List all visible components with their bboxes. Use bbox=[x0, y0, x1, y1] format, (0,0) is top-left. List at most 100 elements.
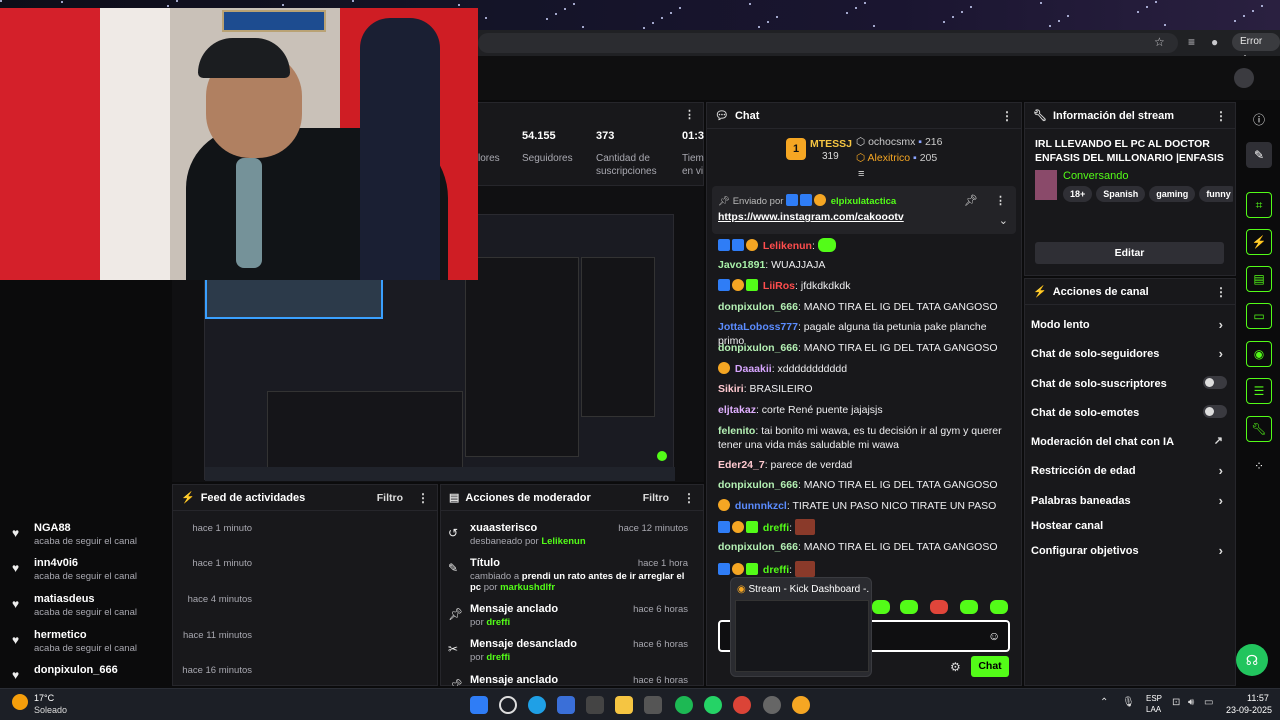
chevron-down-icon[interactable]: ⌄ bbox=[999, 214, 1008, 227]
top-gifter-rank: 1 bbox=[786, 138, 806, 160]
pencil-icon[interactable]: ✎ bbox=[1246, 142, 1272, 168]
star-decoration bbox=[943, 21, 945, 23]
support-headset-icon[interactable]: ☊ bbox=[1236, 644, 1268, 676]
lightning-icon[interactable]: ⚡ bbox=[1246, 229, 1272, 255]
action-ai-moderation[interactable]: Moderación del chat con IA ↗ bbox=[1031, 435, 1227, 448]
pinned-link[interactable]: https://www.instagram.com/cakoootv bbox=[718, 211, 904, 223]
wrench-icon[interactable]: 🔧︎ bbox=[1246, 416, 1272, 442]
apps-icon[interactable]: ⁘ bbox=[1246, 453, 1272, 479]
chrome-icon[interactable] bbox=[733, 696, 751, 714]
chat-message: felenito: tai bonito mi wawa, es tu deci… bbox=[718, 425, 1002, 451]
microphone-icon[interactable]: 🎙︎ bbox=[1122, 697, 1135, 708]
bookmark-star-icon[interactable]: ☆ bbox=[1154, 35, 1165, 49]
activity-filter-button[interactable]: Filtro bbox=[377, 492, 403, 504]
mod-actions-header: ▤ Acciones de moderador Filtro ⋮ bbox=[441, 485, 703, 511]
chat-menu-icon[interactable]: ⋮ bbox=[1001, 109, 1013, 123]
action-slow-mode[interactable]: Modo lento › bbox=[1031, 317, 1227, 332]
emotes-only-toggle[interactable] bbox=[1203, 405, 1227, 418]
stats-menu-icon[interactable]: ⋮ bbox=[684, 108, 695, 121]
info-icon[interactable]: ⓘ bbox=[1246, 106, 1272, 132]
unpin-icon[interactable]: 📌︎ bbox=[964, 194, 978, 207]
collapse-gifters-icon[interactable]: ≡ bbox=[858, 168, 864, 180]
user-avatar[interactable] bbox=[1234, 68, 1254, 88]
spotify-icon[interactable] bbox=[675, 696, 693, 714]
mod-menu-icon[interactable]: ⋮ bbox=[683, 491, 695, 505]
input-language-sub[interactable]: LAA bbox=[1146, 705, 1161, 714]
mod-filter-button[interactable]: Filtro bbox=[643, 492, 669, 504]
action-banned-words[interactable]: Palabras baneadas › bbox=[1031, 493, 1227, 508]
action-host-channel[interactable]: Hostear canal bbox=[1031, 520, 1227, 532]
send-chat-button[interactable]: Chat bbox=[971, 656, 1009, 677]
action-followers-only[interactable]: Chat de solo-seguidores › bbox=[1031, 346, 1227, 361]
edge-icon[interactable] bbox=[528, 696, 546, 714]
star-decoration bbox=[1067, 15, 1069, 17]
taskbar-window-preview[interactable]: ◉ Stream - Kick Dashboard -... bbox=[730, 577, 872, 677]
star-decoration bbox=[1261, 5, 1263, 7]
app-icon[interactable] bbox=[644, 696, 662, 714]
chrome-icon: ◉ bbox=[737, 584, 746, 595]
channel-actions-title: Acciones de canal bbox=[1052, 285, 1149, 298]
title-edit-icon: ✎ bbox=[448, 561, 459, 575]
star-decoration bbox=[61, 1, 63, 3]
channel-actions-menu-icon[interactable]: ⋮ bbox=[1215, 285, 1227, 299]
heart-icon: ♥ bbox=[12, 633, 20, 647]
chevron-right-icon: › bbox=[1218, 543, 1223, 558]
star-decoration bbox=[855, 7, 857, 9]
action-goals[interactable]: Configurar objetivos › bbox=[1031, 543, 1227, 558]
emoji-icon[interactable]: ☺ bbox=[988, 629, 1000, 643]
document-icon[interactable]: ▤ bbox=[1246, 266, 1272, 292]
star-decoration bbox=[970, 6, 972, 8]
chrome-icon[interactable] bbox=[792, 696, 810, 714]
file-explorer-icon[interactable] bbox=[615, 696, 633, 714]
windows-taskbar bbox=[0, 688, 1280, 720]
network-icon[interactable]: ⊡ bbox=[1172, 697, 1180, 708]
reading-list-icon[interactable]: ≡ bbox=[1188, 35, 1195, 49]
tray-overflow-icon[interactable]: ⌃ bbox=[1100, 697, 1108, 708]
store-icon[interactable] bbox=[557, 696, 575, 714]
star-decoration bbox=[282, 4, 284, 6]
stat-subs: 373 Cantidad de suscripciones bbox=[596, 130, 657, 177]
profile-avatar-icon[interactable]: ● bbox=[1211, 35, 1218, 49]
weather-sun-icon[interactable] bbox=[12, 694, 28, 710]
input-language[interactable]: ESP bbox=[1146, 694, 1162, 703]
pinned-menu-icon[interactable]: ⋮ bbox=[995, 194, 1006, 207]
edit-stream-button[interactable]: Editar bbox=[1035, 242, 1224, 264]
activity-menu-icon[interactable]: ⋮ bbox=[417, 491, 429, 505]
gifter-3[interactable]: ⬡ Alexitrico ▪ 205 bbox=[856, 152, 937, 164]
action-age-restriction[interactable]: Restricción de edad › bbox=[1031, 463, 1227, 478]
gifter-2[interactable]: ⬡ ochocsmx ▪ 216 bbox=[856, 136, 942, 148]
activity-feed-title: Feed de actividades bbox=[200, 491, 306, 504]
chevron-right-icon: › bbox=[1218, 317, 1223, 332]
battery-icon[interactable]: ▭ bbox=[1204, 697, 1213, 708]
layout-icon[interactable]: ☰ bbox=[1246, 378, 1272, 404]
search-icon[interactable] bbox=[499, 696, 517, 714]
star-decoration bbox=[749, 3, 751, 5]
screen-capture-icon[interactable]: ⌗ bbox=[1246, 192, 1272, 218]
star-decoration bbox=[582, 26, 584, 28]
category-name[interactable]: Conversando bbox=[1063, 170, 1128, 182]
broadcast-icon[interactable]: ◉ bbox=[1246, 341, 1272, 367]
top-gifter-count: 319 bbox=[822, 151, 839, 162]
app-icon[interactable] bbox=[586, 696, 604, 714]
chevron-right-icon: › bbox=[1218, 463, 1223, 478]
top-gifter-name[interactable]: MTESSJ bbox=[810, 138, 852, 150]
clock-time[interactable]: 11:57 bbox=[1247, 693, 1269, 703]
clock-date[interactable]: 23-09-2025 bbox=[1226, 705, 1272, 715]
action-emotes-only[interactable]: Chat de solo-emotes bbox=[1031, 405, 1227, 419]
address-bar[interactable] bbox=[478, 33, 1178, 53]
weather-temp[interactable]: 17°C bbox=[34, 693, 54, 703]
obs-icon[interactable] bbox=[763, 696, 781, 714]
wrench-icon: 🔧︎ bbox=[1033, 110, 1047, 122]
chat-icon[interactable]: ▭ bbox=[1246, 303, 1272, 329]
stream-info-menu-icon[interactable]: ⋮ bbox=[1215, 109, 1227, 123]
chat-title: Chat bbox=[734, 109, 760, 122]
mod-item: 📌︎ Mensaje anclado por dreffi hace 6 horas bbox=[448, 603, 688, 628]
action-subs-only[interactable]: Chat de solo-suscriptores bbox=[1031, 376, 1227, 390]
whatsapp-icon[interactable] bbox=[704, 696, 722, 714]
chat-settings-gear-icon[interactable]: ⚙ bbox=[950, 660, 961, 674]
windows-start-icon[interactable] bbox=[470, 696, 488, 714]
weather-desc[interactable]: Soleado bbox=[34, 705, 67, 715]
subs-only-toggle[interactable] bbox=[1203, 376, 1227, 389]
browser-error-button[interactable]: Error ⋮ bbox=[1232, 33, 1280, 65]
volume-icon[interactable]: 🔊︎ bbox=[1188, 697, 1194, 708]
